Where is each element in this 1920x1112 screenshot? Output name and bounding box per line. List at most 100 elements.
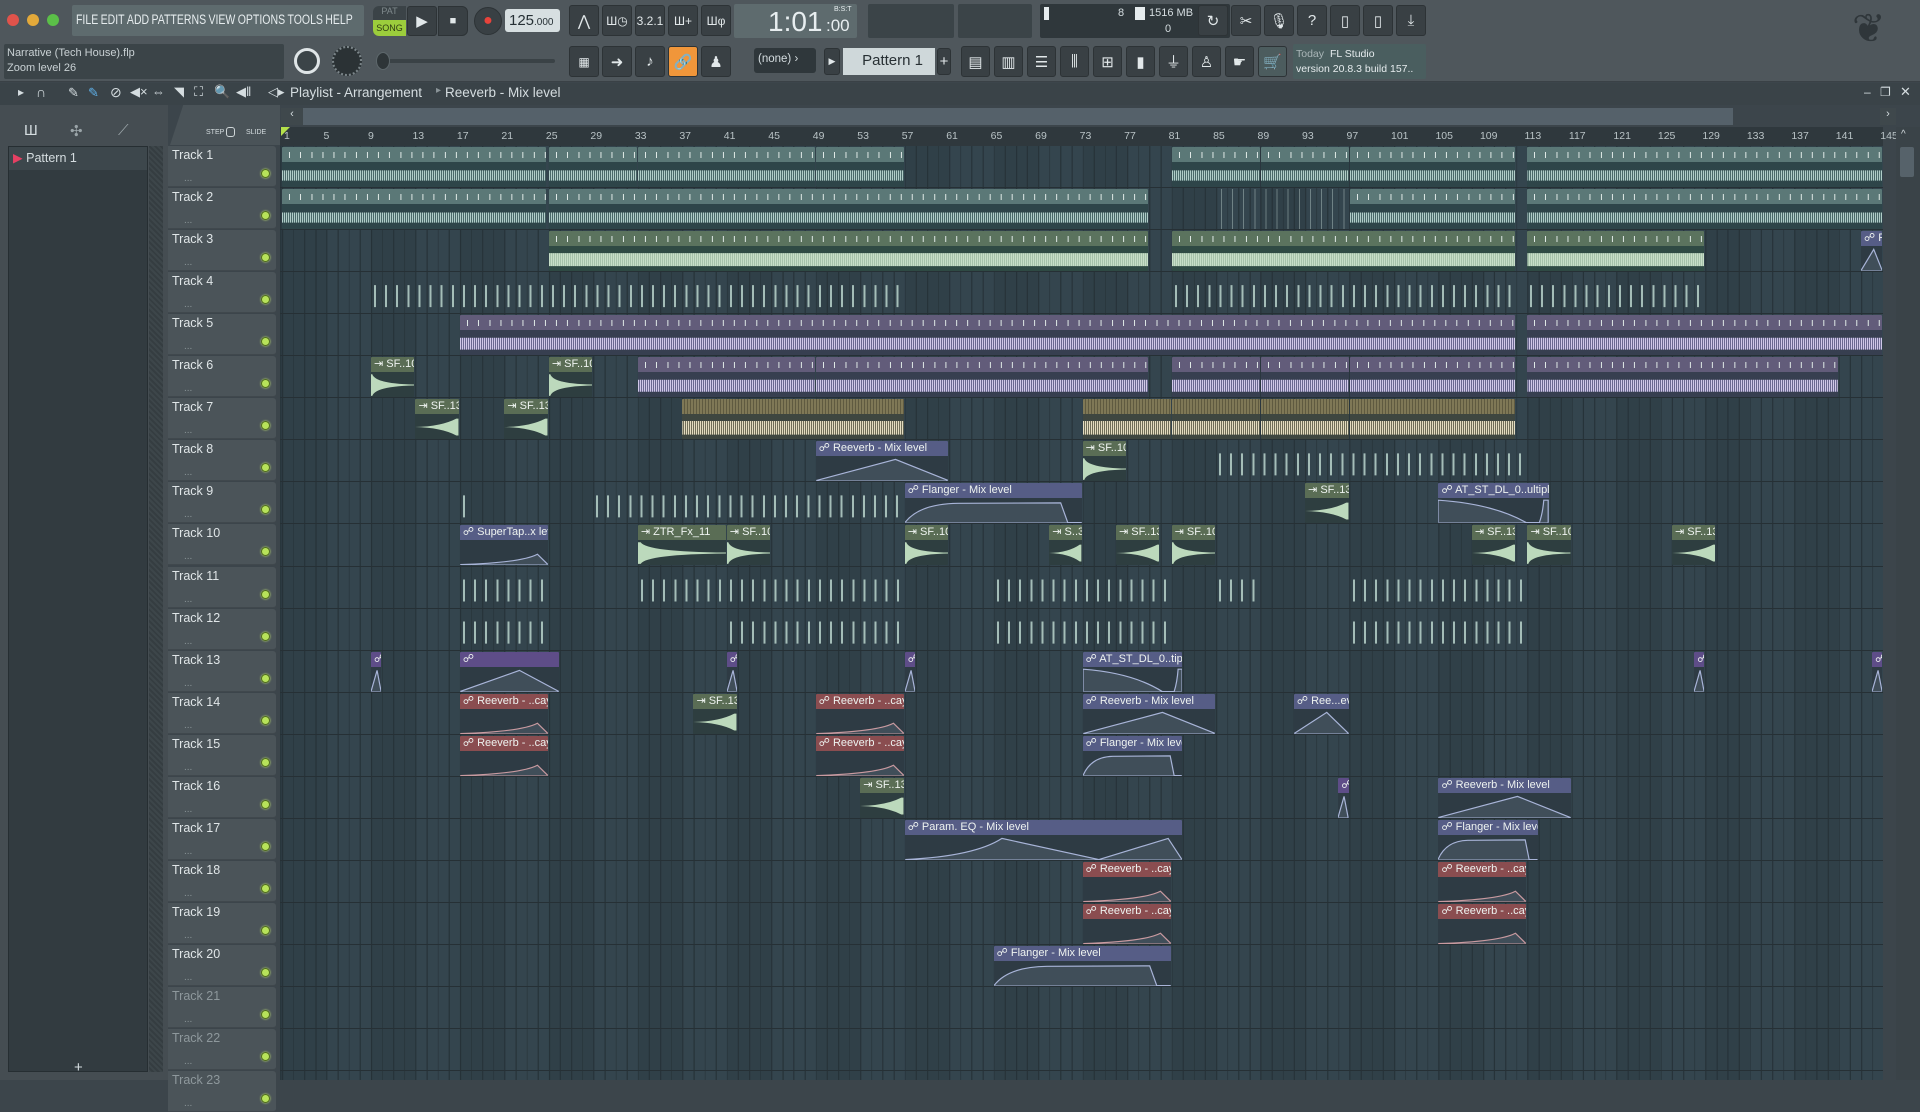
track-header[interactable]: Track 10... [168,524,276,566]
automation-clip[interactable]: ☍ R..l [1861,231,1883,272]
clip-header[interactable]: ⇥ ZTR_Fx_11 [637,525,726,541]
automation-clip[interactable]: ☍ Reeverb - ..cay [815,693,904,734]
sample-clip[interactable]: ⇥ SF..10 [370,357,415,398]
audio-clip[interactable] [1527,147,1883,188]
clip-header[interactable]: ☍ Reeverb - ..cay [1082,861,1171,877]
menu-file[interactable]: FILE [76,12,98,27]
clip-header[interactable] [1527,231,1705,247]
automation-clip[interactable]: ☍ AT_ST_DL_0..ultiplier [1438,483,1549,524]
undo-history-icon[interactable]: ↻ [1198,5,1228,36]
clip-header[interactable] [1349,189,1516,205]
clip-header[interactable] [815,357,1149,373]
track-menu-dots[interactable]: ... [184,720,192,731]
menu-view[interactable]: VIEW [208,12,235,27]
clip-header[interactable] [1171,231,1516,247]
pattern-hits-clip[interactable] [637,579,904,602]
pattern-hits-clip[interactable] [370,285,904,308]
track-enable-led[interactable] [261,421,270,431]
track-header[interactable]: Track 13... [168,650,276,692]
clip-header[interactable]: ⇥ SF..10 [904,525,949,541]
pattern-selector[interactable]: Pattern 1 [843,48,935,75]
clip-header[interactable]: ⇥ SF..10 [548,357,593,373]
clip-header[interactable] [1082,399,1171,415]
automation-clip[interactable]: ☍ Reeverb - Mix level [1082,693,1216,734]
clip-header[interactable] [1260,399,1349,415]
clip-header[interactable] [548,231,1149,247]
clip-header[interactable] [548,189,1149,205]
clip-header[interactable]: ⇥ SF..13 [1305,483,1349,499]
clip-header[interactable]: ☍ Reeverb - ..cay [1438,861,1527,877]
pattern-hits-clip[interactable] [459,579,548,602]
track-header[interactable]: Track 9... [168,482,276,524]
track-enable-led[interactable] [261,211,270,221]
sample-clip[interactable]: ⇥ SF..13 [693,693,737,734]
track-enable-led[interactable] [261,253,270,263]
select-tool-icon[interactable]: ⛶ [194,84,203,100]
sample-clip[interactable]: ⇥ ZTR_Fx_11 [637,525,726,566]
clip-header[interactable]: ☍ [726,651,737,667]
track-header[interactable]: Track 20... [168,944,276,986]
automation-clip[interactable]: ☍ Reeverb - ..cay [459,735,548,776]
track-enable-led[interactable] [261,967,270,977]
track-header[interactable]: Track 16... [168,776,276,818]
track-enable-led[interactable] [261,673,270,683]
menu-options[interactable]: OPTIONS [238,12,285,27]
pattern-hits-clip[interactable] [1349,621,1527,644]
vertical-scrollbar[interactable]: ^ [1896,127,1920,1080]
step-slide-toggle[interactable] [226,127,235,137]
menu-patterns[interactable]: PATTERNS [152,12,207,27]
track-menu-dots[interactable]: ... [184,1098,192,1109]
track-enable-led[interactable] [261,505,270,515]
automation-clip[interactable]: ☍ [726,651,737,692]
sample-clip[interactable]: ⇥ SF..13 [860,777,904,818]
cut-tool-icon[interactable]: ✂ [1231,5,1261,36]
clip-header[interactable]: ☍ Reeverb - Mix level [815,441,949,457]
track-header[interactable]: Track 4... [168,272,276,314]
automation-clip[interactable]: ☍ [459,651,559,692]
pattern-hits-clip[interactable] [1171,285,1516,308]
track-menu-dots[interactable]: ... [184,762,192,773]
clip-header[interactable] [1171,357,1260,373]
typing-keyboard-icon[interactable]: ♟ [701,46,731,77]
clip-header[interactable]: ☍ Reeverb - Mix level [1438,777,1571,793]
clip-header[interactable]: ⇥ SF..13 [415,399,459,415]
export-audio-icon[interactable]: ▯ [1363,5,1393,36]
clip-header[interactable] [1527,189,1883,205]
audio-clip[interactable] [682,399,904,440]
close-window-icon[interactable] [7,14,19,26]
track-menu-dots[interactable]: ... [184,257,192,268]
audio-clip[interactable] [1527,315,1883,356]
news-panel[interactable]: Today FL Studio version 20.8.3 build 157… [1293,44,1426,79]
scroll-right-button[interactable]: › [1880,108,1896,125]
paint-tool-icon[interactable]: ✎ [88,85,99,101]
track-header[interactable]: Track 12... [168,608,276,650]
clip-header[interactable] [1527,315,1883,331]
clip-header[interactable] [1260,357,1349,373]
draw-tool-icon[interactable]: ✎ [68,85,79,101]
automation-clip[interactable]: ☍ [904,651,915,692]
audio-clip[interactable] [637,147,815,188]
scroll-up-icon[interactable]: ^ [1901,129,1906,140]
audio-clip[interactable] [548,189,1149,230]
audio-clip[interactable] [282,189,546,230]
master-pitch-knob[interactable] [332,46,362,76]
clip-header[interactable] [815,147,904,162]
clip-header[interactable]: ☍ Reeverb - ..cay [459,693,548,709]
clip-header[interactable]: ☍ Flanger - Mix level [1438,819,1538,835]
track-menu-dots[interactable]: ... [184,341,192,352]
track-header[interactable]: Track 8... [168,440,276,482]
track-enable-led[interactable] [261,337,270,347]
track-enable-led[interactable] [261,547,270,557]
clip-header[interactable] [548,147,637,162]
audio-clip[interactable] [548,147,637,188]
master-volume-knob[interactable] [294,48,320,74]
menu-edit[interactable]: EDIT [101,12,125,27]
pattern-hits-clip[interactable] [593,495,904,518]
clip-header[interactable]: ⇥ SF..13 [504,399,548,415]
automation-clip[interactable]: ☍ Reeverb - ..cay [1082,861,1171,902]
track-enable-led[interactable] [261,589,270,599]
automation-clip[interactable]: ☍ Flanger - Mix level [993,945,1171,986]
audio-clip[interactable] [637,357,815,398]
piano-roll-snap-icon[interactable]: ▦ [569,46,599,77]
clip-header[interactable] [1349,147,1516,162]
